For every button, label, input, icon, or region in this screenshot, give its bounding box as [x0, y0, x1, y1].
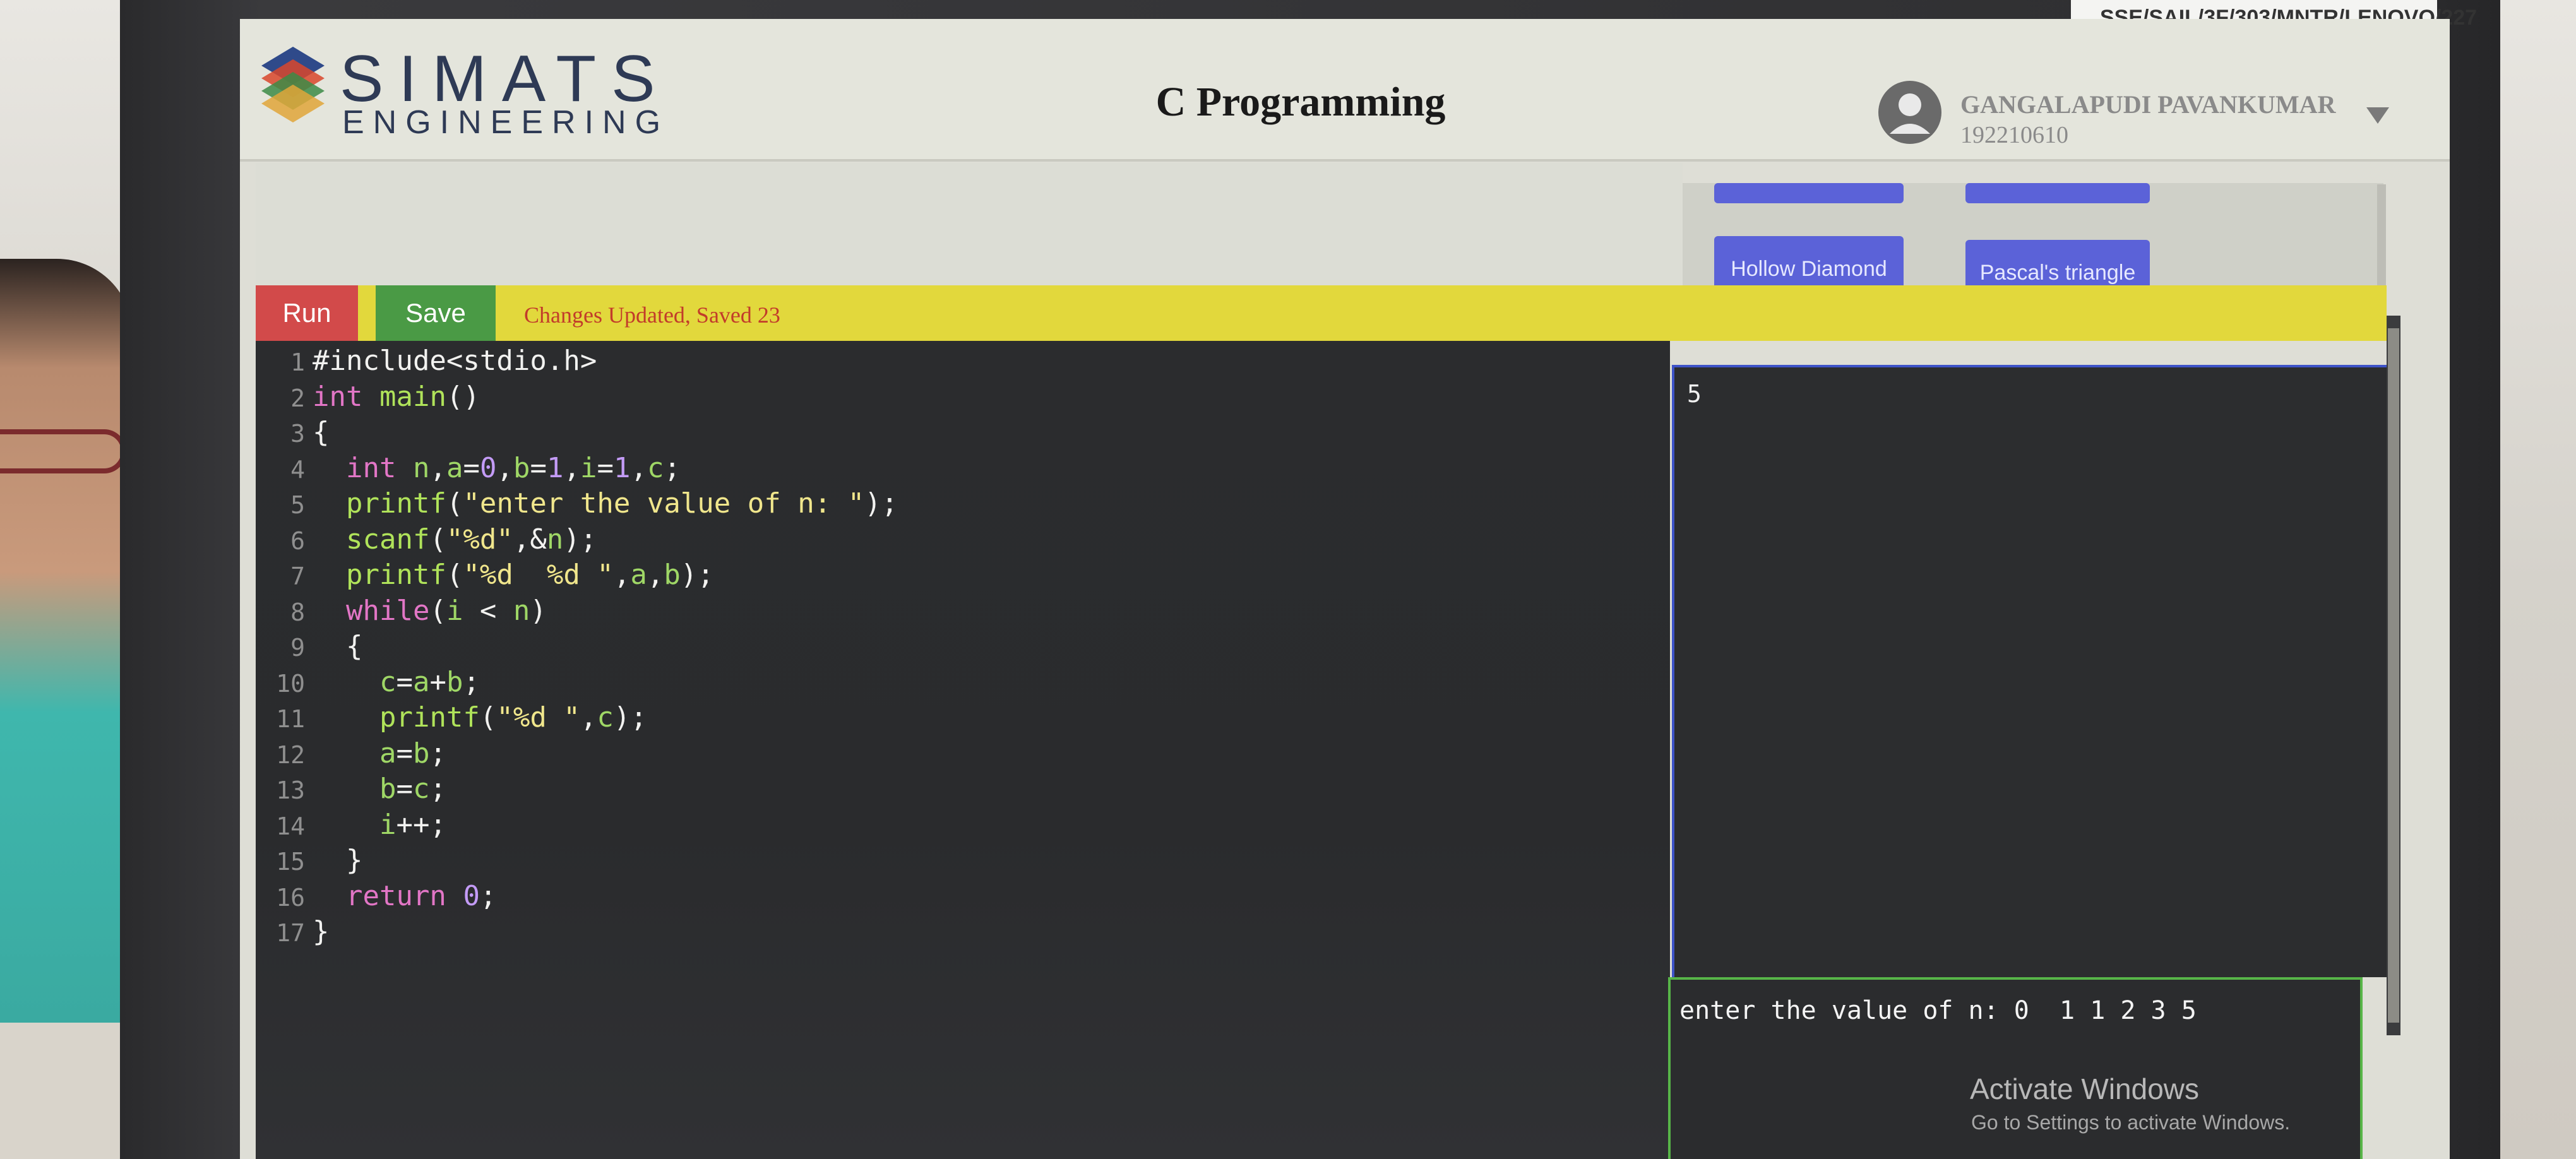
code-line: b=c; — [379, 773, 446, 805]
page-title: C Programming — [1155, 79, 1446, 125]
screen: SIMATS ENGINEERING C Programming GANGALA… — [240, 19, 2450, 1159]
editor-toolbar: Run Save Changes Updated, Saved 23 — [256, 285, 2387, 341]
line-number: 6 — [290, 526, 305, 555]
panel-scrollbar-thumb[interactable] — [2388, 328, 2399, 1023]
line-number: 16 — [276, 883, 305, 912]
line-number: 13 — [276, 776, 305, 804]
code-line: { — [313, 416, 330, 448]
code-line: printf("%d ",c); — [379, 701, 647, 734]
line-number: 10 — [276, 669, 305, 698]
line-number-gutter: 1 2 3 4 5 6 7 8 9 10 11 12 13 14 15 16 17 — [256, 341, 306, 1159]
run-button[interactable]: Run — [256, 285, 358, 341]
background-desk — [0, 1023, 139, 1159]
app-header: SIMATS ENGINEERING C Programming GANGALA… — [240, 19, 2450, 162]
background-person-glasses — [0, 429, 126, 473]
stdin-input-panel[interactable]: 5 — [1672, 365, 2387, 977]
line-number: 12 — [276, 740, 305, 769]
code-line: i++; — [379, 808, 446, 841]
user-name: GANGALAPUDI PAVANKUMAR — [1960, 90, 2336, 119]
output-text: enter the value of n: 0 1 1 2 3 5 — [1679, 996, 2197, 1025]
line-number: 5 — [290, 491, 305, 519]
background-room-right — [2500, 0, 2576, 1159]
code-line: } — [313, 844, 363, 876]
code-line: scanf("%d",&n); — [345, 523, 597, 556]
line-number: 2 — [290, 384, 305, 412]
stdin-value: 5 — [1687, 380, 1702, 408]
program-chooser-area — [256, 163, 1683, 304]
user-menu-chevron-down-icon[interactable] — [2366, 107, 2389, 124]
code-line: return 0; — [345, 879, 497, 912]
user-avatar[interactable] — [1878, 81, 1941, 144]
code-line: a=b; — [379, 737, 446, 770]
background-person — [0, 259, 133, 1042]
line-number: 1 — [290, 348, 305, 376]
program-button-partial[interactable] — [1965, 183, 2150, 203]
line-number: 4 — [290, 455, 305, 484]
code-line: } — [313, 915, 330, 948]
code-line: { — [313, 630, 363, 662]
user-icon — [1890, 93, 1930, 134]
line-number: 11 — [276, 705, 305, 733]
code-line: c=a+b; — [379, 665, 480, 698]
line-number: 17 — [276, 919, 305, 947]
simats-logo-icon — [261, 47, 325, 122]
code-line: printf("%d %d ",a,b); — [345, 559, 714, 591]
line-number: 8 — [290, 598, 305, 626]
code-line: while(i < n) — [345, 594, 547, 627]
line-number: 14 — [276, 812, 305, 840]
line-number: 15 — [276, 848, 305, 876]
activate-windows-title: Activate Windows — [1970, 1073, 2200, 1105]
program-button-partial[interactable] — [1714, 183, 1904, 203]
code-line: printf("enter the value of n: "); — [345, 487, 898, 520]
save-button[interactable]: Save — [376, 285, 496, 341]
code-editor[interactable]: 1 2 3 4 5 6 7 8 9 10 11 12 13 14 15 16 17 #include<stdio… — [256, 341, 1670, 1159]
line-number: 3 — [290, 420, 305, 448]
logo-text-engineering: ENGINEERING — [342, 104, 670, 141]
code-line: int n,a=0,b=1,i=1,c; — [345, 451, 681, 484]
code-line: #include<stdio.h> — [313, 345, 597, 377]
line-number: 9 — [290, 634, 305, 662]
user-id: 192210610 — [1960, 122, 2068, 148]
save-status-message: Changes Updated, Saved 23 — [524, 302, 780, 328]
activate-windows-subtitle: Go to Settings to activate Windows. — [1971, 1111, 2291, 1134]
code-line: int main() — [313, 380, 480, 413]
line-number: 7 — [290, 562, 305, 590]
